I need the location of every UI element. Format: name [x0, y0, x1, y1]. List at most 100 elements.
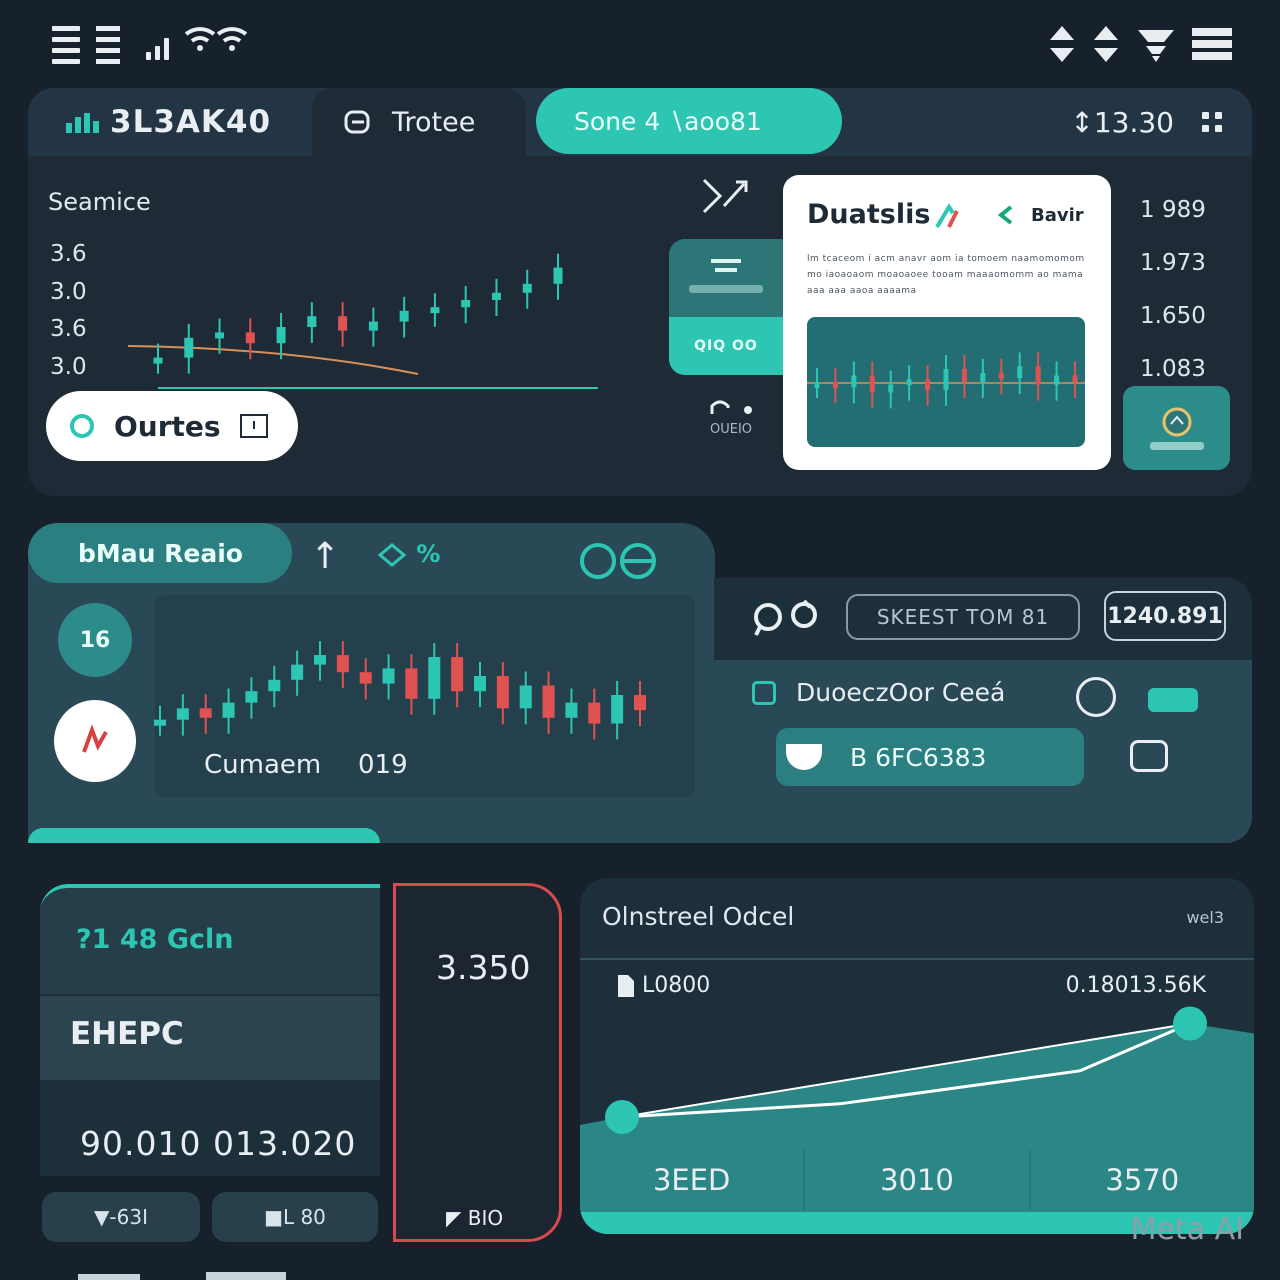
balance-value: ↕13.30	[1070, 106, 1174, 139]
tab-main-ratio[interactable]: bMau Reaio	[28, 523, 292, 583]
orders-button-label: Ourtes	[114, 409, 221, 443]
current-value: 019	[358, 750, 408, 780]
candle-body	[869, 375, 875, 393]
chat-icon[interactable]	[1130, 740, 1168, 772]
logo-icon	[82, 724, 108, 753]
candle-body	[359, 672, 372, 684]
red-card[interactable]: 3.350 ◤ BIO	[393, 883, 562, 1242]
candle-body	[461, 300, 471, 308]
progress-bar	[28, 828, 380, 843]
check-icon	[997, 205, 1013, 225]
candle-body	[1072, 375, 1078, 382]
status-icons-right	[1048, 24, 1232, 64]
coin-button[interactable]	[1123, 386, 1230, 470]
candle-body	[245, 332, 255, 344]
order-row-right: 0.18013.56K	[1065, 973, 1206, 998]
watermark: Meta AI	[1130, 1212, 1244, 1247]
menu-icon[interactable]	[52, 26, 80, 64]
candle-body	[522, 283, 532, 293]
analysis-tag: Bavir	[1031, 205, 1084, 226]
price-value: 1.650	[1140, 303, 1206, 329]
filter-icon[interactable]	[1136, 24, 1176, 64]
grid-icon[interactable]	[1202, 112, 1222, 132]
trend-icon	[935, 203, 959, 229]
candle-body	[1054, 375, 1060, 385]
gain-amount: 90.010 013.020	[80, 1124, 357, 1163]
document-row[interactable]: DuoeczOor Ceeá	[752, 678, 1005, 707]
sort-icon[interactable]	[1092, 24, 1120, 64]
start-point[interactable]	[605, 1100, 639, 1134]
candle-body	[832, 382, 838, 388]
avatar-logo[interactable]	[54, 700, 136, 782]
chip-button[interactable]: ■L 80	[212, 1192, 378, 1242]
candle-body	[491, 292, 501, 300]
refresh-icon[interactable]	[752, 597, 822, 637]
candle-body	[906, 379, 912, 386]
candle-body	[553, 267, 563, 284]
y-tick: 3.0	[50, 278, 87, 305]
tab-active-label: Sone 4 ∖aoo81	[574, 106, 762, 136]
chip-button[interactable]: ▼-63I	[42, 1192, 200, 1242]
analysis-card[interactable]: Duatslis Bavir lm tcaceom i acm anavr ao…	[783, 175, 1111, 470]
arrow-up-icon[interactable]: ↑	[310, 536, 340, 577]
orders-button[interactable]: Ourtes	[46, 391, 298, 461]
order-footer-cell[interactable]: 3EED	[580, 1150, 806, 1210]
percent-icon[interactable]: %	[377, 540, 440, 568]
candle-body	[338, 316, 348, 331]
home-indicator	[206, 1272, 286, 1280]
order-footer: 3EED 3010 3570	[580, 1150, 1254, 1210]
end-point[interactable]	[1173, 1006, 1207, 1041]
value-box[interactable]: 1240.891	[1104, 591, 1226, 641]
candle-body	[519, 685, 532, 709]
candle-body	[888, 384, 894, 393]
candle-body	[268, 679, 281, 692]
chart-y-axis: 3.6 3.0 3.6 3.0	[50, 236, 87, 386]
candle-body	[451, 657, 464, 692]
order-footer-cell[interactable]: 3010	[805, 1150, 1031, 1210]
y-tick: 3.0	[50, 353, 87, 380]
candle-body	[496, 676, 509, 709]
order-card: Olnstreel Odcel wel3 L0800 0.18013.56K 3…	[580, 878, 1254, 1234]
menu-icon-secondary[interactable]	[96, 26, 120, 64]
cup-icon	[786, 744, 822, 770]
home-indicator	[78, 1274, 140, 1280]
candle-body	[634, 695, 646, 711]
price-column: 1 989 1.973 1.650 1.083	[1140, 184, 1206, 396]
options-icon	[710, 400, 752, 414]
menu-icon[interactable]	[1192, 24, 1232, 64]
shield-icon[interactable]	[1076, 677, 1116, 717]
price-chart[interactable]	[118, 228, 598, 408]
shuffle-icon[interactable]	[700, 176, 752, 216]
tab-active-pill[interactable]: Sone 4 ∖aoo81	[536, 88, 842, 154]
wallet-icon	[344, 110, 370, 134]
candle-body	[814, 382, 820, 388]
price-value: 1.973	[1140, 250, 1206, 276]
amount-input[interactable]: B 6FC6383	[776, 728, 1084, 786]
candle-body	[368, 321, 378, 331]
search-input[interactable]: SKEEST TOM 81	[846, 594, 1080, 640]
candle-body	[430, 307, 440, 314]
candle-body	[222, 702, 235, 718]
ticker[interactable]: 3L3AK40	[66, 104, 271, 140]
candle-body	[998, 372, 1004, 379]
candle-series	[154, 641, 646, 740]
coin-icon	[1162, 407, 1191, 437]
candle-body	[382, 668, 395, 684]
candle-body	[153, 357, 163, 364]
more-options[interactable]: OUEIO	[704, 398, 758, 437]
order-footer-cell[interactable]: 3570	[1031, 1150, 1254, 1210]
toggle-icon[interactable]	[1148, 688, 1198, 712]
candle-body	[588, 702, 601, 724]
side-card[interactable]: QIQ OO	[669, 239, 783, 375]
sort-icon[interactable]	[1048, 24, 1076, 64]
signal-icon	[146, 30, 178, 60]
ticker-symbol: 3L3AK40	[110, 104, 272, 140]
candle-body	[980, 372, 986, 382]
eye-icon[interactable]	[578, 540, 662, 582]
avatar[interactable]: 16	[58, 603, 132, 677]
candle-body	[428, 657, 441, 699]
mini-chart	[807, 317, 1085, 447]
price-value: 1 989	[1140, 197, 1206, 223]
side-card-button[interactable]: QIQ OO	[669, 317, 783, 375]
tab-trade[interactable]: Trotee	[312, 88, 526, 156]
